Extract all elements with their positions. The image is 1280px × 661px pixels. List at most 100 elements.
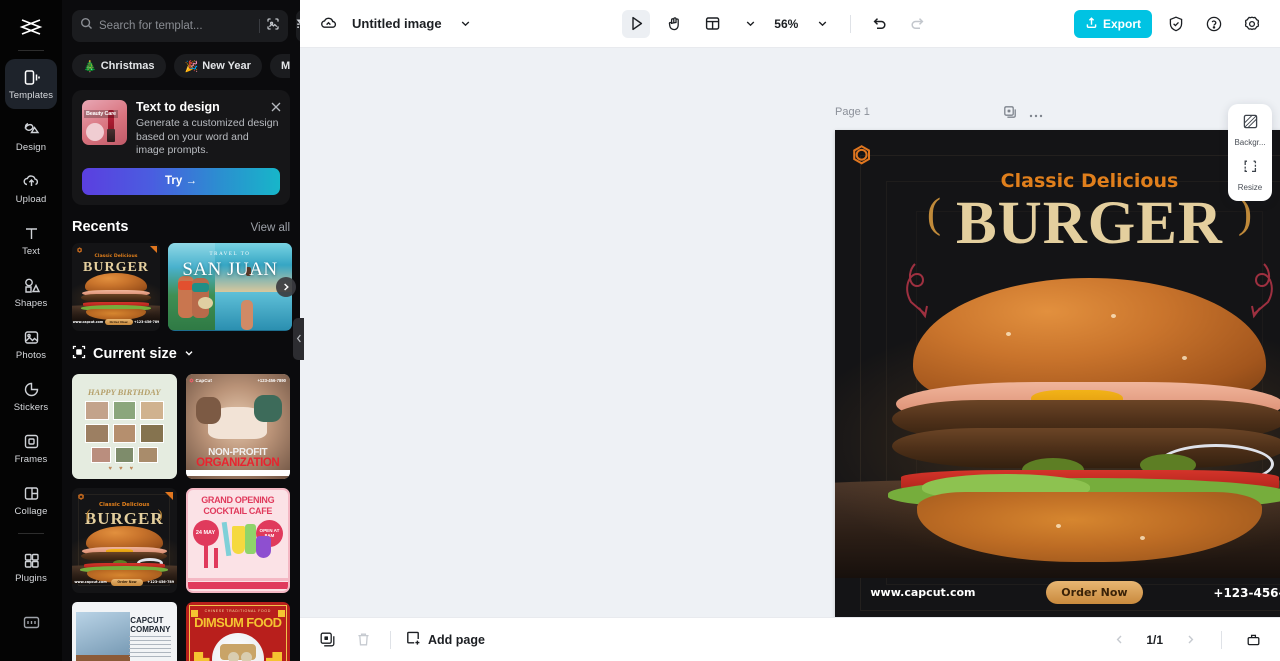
add-page-button[interactable]: Add page xyxy=(405,630,485,649)
sidebar-item-text[interactable]: Text xyxy=(5,215,57,265)
card-title: DIMSUM FOOD xyxy=(194,614,282,630)
layout-chevron-down-icon[interactable] xyxy=(736,10,764,38)
left-rail: Templates Design Upload Text Shapes Phot… xyxy=(0,0,62,661)
zoom-level[interactable]: 56% xyxy=(774,17,798,31)
resize-tool[interactable]: Resize xyxy=(1230,158,1270,192)
template-card-capcut-company[interactable]: CAPCUT COMPANY xyxy=(72,601,177,661)
card-line2: ORGANIZATION xyxy=(196,456,280,469)
sidebar-item-templates[interactable]: Templates xyxy=(5,59,57,109)
canvas-stage: Page 1 ⏣ Classic Delicious BURGER () ww… xyxy=(300,48,1280,617)
redo-icon xyxy=(903,10,931,38)
toolbar-divider xyxy=(850,14,852,33)
promo-title: Text to design xyxy=(136,100,220,114)
chip-emoji: 🎄 xyxy=(83,60,97,73)
recents-view-all[interactable]: View all xyxy=(251,222,290,234)
chip-christmas[interactable]: 🎄 Christmas xyxy=(72,54,166,78)
sidebar-item-design[interactable]: Design xyxy=(5,111,57,161)
poster-website: www.capcut.com xyxy=(870,586,976,599)
search-box[interactable] xyxy=(72,10,288,42)
sidebar-item-label: Frames xyxy=(14,453,48,465)
plugins-icon xyxy=(22,551,41,570)
export-button[interactable]: Export xyxy=(1073,9,1152,38)
current-size-selector[interactable]: Current size xyxy=(62,331,300,374)
cloud-sync-icon[interactable] xyxy=(314,10,342,38)
help-circle-icon[interactable] xyxy=(1200,10,1228,38)
chip-new-year[interactable]: 🎉 New Year xyxy=(173,54,262,78)
card-kicker: CHINESE TRADITIONAL FOOD xyxy=(204,608,271,613)
template-card-non-profit[interactable]: ⏣ CapCut +123-456-7890 NON-PROFIT ORGANIZ… xyxy=(185,373,290,479)
select-cursor-icon[interactable] xyxy=(622,9,651,38)
promo-description: Generate a customized design based on yo… xyxy=(136,117,279,156)
template-card-happy-birthday[interactable]: HAPPY BIRTHDAY ♥♥♥ xyxy=(72,373,177,479)
category-chips: 🎄 Christmas 🎉 New Year Mos xyxy=(72,54,290,78)
add-page-icon xyxy=(405,630,421,649)
poster-canvas[interactable]: ⏣ Classic Delicious BURGER ( ) www.capcu… xyxy=(835,130,1280,617)
more-horizontal-icon[interactable] xyxy=(1029,106,1043,124)
close-icon[interactable] xyxy=(271,99,281,117)
search-divider xyxy=(259,19,260,33)
timeline-icon[interactable] xyxy=(1240,627,1266,653)
template-card-dimsum-food[interactable]: CHINESE TRADITIONAL FOOD DIMSUM FOOD xyxy=(185,601,290,661)
background-label: Backgr... xyxy=(1234,138,1266,147)
card-brand: ⏣ CapCut xyxy=(189,377,212,384)
sidebar-item-label: Stickers xyxy=(13,401,49,413)
promo-try-button[interactable]: Try → xyxy=(82,167,280,195)
export-label: Export xyxy=(1102,16,1141,31)
gear-icon[interactable] xyxy=(1238,10,1266,38)
search-input[interactable] xyxy=(99,20,253,32)
promo-thumbnail: Beauty Care xyxy=(82,100,127,145)
sidebar-item-label: Plugins xyxy=(15,572,47,584)
filter-button[interactable] xyxy=(296,10,300,42)
poster-phone: +123-456-789 xyxy=(1213,585,1280,600)
recents-next-button[interactable] xyxy=(276,276,296,297)
duplicate-icon[interactable] xyxy=(314,627,340,653)
shapes-icon xyxy=(22,276,41,295)
card-title: HAPPY BIRTHDAY xyxy=(87,386,161,397)
next-page-button xyxy=(1177,627,1203,653)
search-row xyxy=(72,10,300,42)
page-navigation: 1/1 xyxy=(1106,627,1266,653)
filter-icon xyxy=(296,17,300,36)
hand-pan-icon[interactable] xyxy=(660,10,688,38)
add-page-label: Add page xyxy=(428,632,485,647)
poster-subtitle: Classic Delicious xyxy=(1000,170,1179,192)
sidebar-item-plugins[interactable]: Plugins xyxy=(5,542,57,592)
poster-order-button[interactable]: Order Now xyxy=(1046,581,1143,604)
sidebar-item-frames[interactable]: Frames xyxy=(5,423,57,473)
page-tools xyxy=(1003,105,1043,124)
card-line1: CAPCUT COMPANY xyxy=(130,615,171,634)
sidebar-item-upload[interactable]: Upload xyxy=(5,163,57,213)
resize-label: Resize xyxy=(1237,183,1263,192)
template-card-burger[interactable]: ⏣ Classic Delicious BURGER ( ) www.capcu… xyxy=(72,487,177,593)
chip-label: Christmas xyxy=(100,60,155,72)
keyboard-shortcuts-icon[interactable] xyxy=(5,597,57,647)
layout-icon[interactable] xyxy=(698,10,726,38)
sidebar-item-collage[interactable]: Collage xyxy=(5,475,57,525)
background-icon xyxy=(1242,113,1259,135)
sidebar-item-photos[interactable]: Photos xyxy=(5,319,57,369)
templates-panel: 🎄 Christmas 🎉 New Year Mos Beauty C xyxy=(62,0,300,661)
design-icon xyxy=(22,120,41,139)
panel-collapse-handle[interactable] xyxy=(293,318,304,360)
document-title[interactable]: Untitled image xyxy=(352,16,442,31)
recent-card-burger[interactable]: ⏣ Classic Delicious BURGER www.capcut.co… xyxy=(72,242,160,331)
frames-icon xyxy=(22,432,41,451)
card-phone: +123-456-7890 xyxy=(257,377,286,383)
capcut-editor: Templates Design Upload Text Shapes Phot… xyxy=(0,0,1280,661)
shield-check-icon[interactable] xyxy=(1162,10,1190,38)
recent-card-san-juan[interactable]: TRAVEL TO SAN JUAN xyxy=(168,242,292,331)
chip-label: New Year xyxy=(202,60,251,72)
undo-icon[interactable] xyxy=(865,10,893,38)
image-search-icon[interactable] xyxy=(266,17,280,36)
template-card-cocktail-cafe[interactable]: GRAND OPENING COCKTAIL CAFE 24 MAY OPEN … xyxy=(185,487,290,593)
chip-most[interactable]: Mos xyxy=(269,54,290,78)
background-tool[interactable]: Backgr... xyxy=(1230,113,1270,147)
top-toolbar: Untitled image 56% Export xyxy=(300,0,1280,48)
sidebar-item-stickers[interactable]: Stickers xyxy=(5,371,57,421)
zoom-chevron-down-icon[interactable] xyxy=(808,10,836,38)
duplicate-page-icon[interactable] xyxy=(1003,105,1017,124)
sidebar-item-shapes[interactable]: Shapes xyxy=(5,267,57,317)
promo-thumb-caption: Beauty Care xyxy=(84,110,118,118)
capcut-logo-icon[interactable] xyxy=(11,10,51,44)
title-chevron-down-icon[interactable] xyxy=(452,10,480,38)
